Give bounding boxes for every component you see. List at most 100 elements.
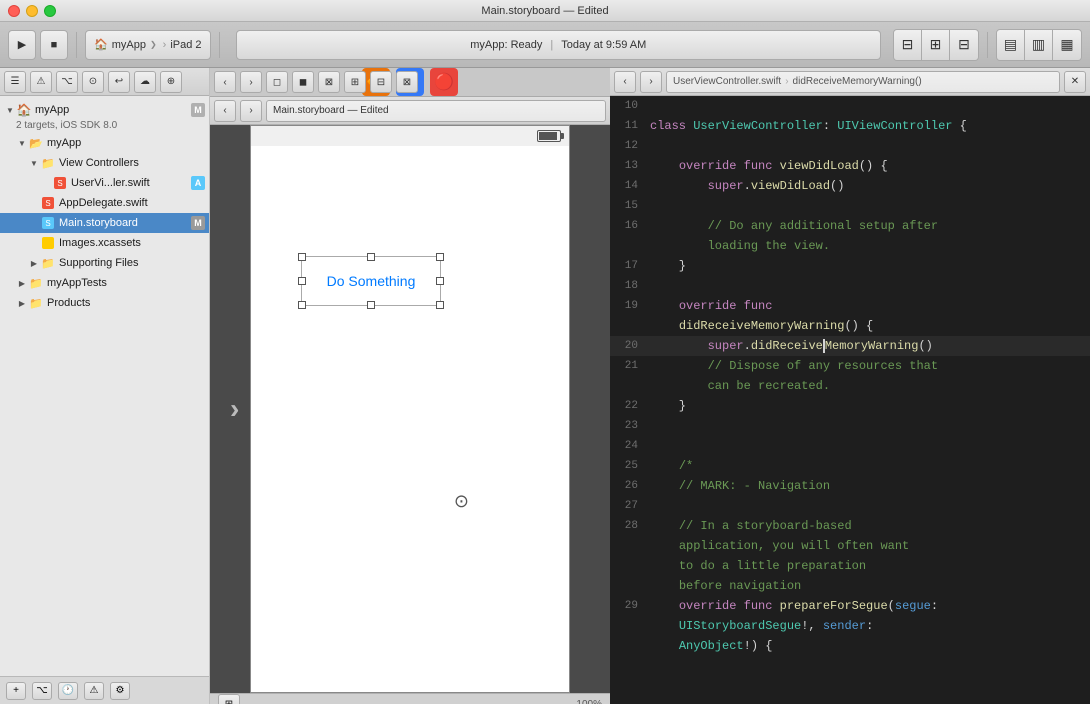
code-forward-btn[interactable]: › xyxy=(640,71,662,93)
storyboard-ref-icon[interactable]: 🔴 xyxy=(430,68,458,96)
run-button[interactable]: ▶ xyxy=(8,30,36,60)
tree-arrow-images xyxy=(28,237,40,249)
code-line-28: 28 // In a storyboard-based xyxy=(610,516,1090,536)
issues-button[interactable]: ⚠ xyxy=(84,682,104,700)
handle-bottom-right[interactable] xyxy=(436,301,444,309)
minimize-button[interactable] xyxy=(26,5,38,17)
sidebar-item-myapp[interactable]: 📂 myApp xyxy=(0,133,209,153)
code-line-22: 22 } xyxy=(610,396,1090,416)
tree-arrow-myapptests xyxy=(16,277,28,289)
sidebar-item-appdelegate[interactable]: S AppDelegate.swift xyxy=(0,193,209,213)
pane-selector-group: ▤ ▥ ▦ xyxy=(996,29,1082,61)
handle-bottom-left[interactable] xyxy=(298,301,306,309)
code-line-27: 27 xyxy=(610,496,1090,516)
canvas-bottom-btn-1[interactable]: ⊞ xyxy=(218,694,240,704)
canvas-zoom-btn[interactable]: ⊠ xyxy=(318,71,340,93)
toolbar-separator-3 xyxy=(987,32,988,58)
canvas-bottom: ⊞ 100% xyxy=(210,693,610,704)
button-selection[interactable]: Do Something xyxy=(301,256,441,306)
canvas-secondary-toolbar: ‹ › Main.storyboard — Edited xyxy=(210,97,610,125)
editor-assistant-btn[interactable]: ⊞ xyxy=(922,30,950,60)
editor-standard-btn[interactable]: ⊟ xyxy=(894,30,922,60)
code-line-18: 18 xyxy=(610,276,1090,296)
code-line-29c: AnyObject!) { xyxy=(610,636,1090,656)
project-badge: M xyxy=(191,103,205,117)
close-button[interactable] xyxy=(8,5,20,17)
sidebar-item-supporting[interactable]: 📁 Supporting Files xyxy=(0,253,209,273)
ui-button[interactable]: Do Something xyxy=(305,260,437,302)
canvas-sec-back[interactable]: ‹ xyxy=(214,100,236,122)
sidebar-nav-btn-5[interactable]: ↩ xyxy=(108,71,130,93)
status-text: myApp: Ready xyxy=(470,39,542,51)
code-method-label: didReceiveMemoryWarning() xyxy=(793,76,922,87)
sidebar-item-mainstoryboard[interactable]: S Main.storyboard M xyxy=(0,213,209,233)
main-toolbar: ▶ ■ 🏠 myApp ❯ › iPad 2 myApp: Ready | To… xyxy=(0,22,1090,68)
code-line-17: 17 } xyxy=(610,256,1090,276)
settings-files-button[interactable]: ⚙ xyxy=(110,682,130,700)
tree-arrow-project xyxy=(4,104,16,116)
code-close-btn[interactable]: ✕ xyxy=(1064,71,1086,93)
storyboard-badge: M xyxy=(191,216,205,230)
filter-files-button[interactable]: ⌥ xyxy=(32,682,52,700)
code-line-25: 25 /* xyxy=(610,456,1090,476)
recent-files-button[interactable]: 🕐 xyxy=(58,682,78,700)
code-line-14: 14 super.viewDidLoad() xyxy=(610,176,1090,196)
canvas-back-btn[interactable]: ‹ xyxy=(214,71,236,93)
code-line-21b: can be recreated. xyxy=(610,376,1090,396)
sidebar-nav-btn-3[interactable]: ⌥ xyxy=(56,71,78,93)
sidebar-nav-btn-1[interactable]: ☰ xyxy=(4,71,26,93)
canvas-tool-btn-3[interactable]: ⊠ xyxy=(396,71,418,93)
right-pane-btn[interactable]: ▦ xyxy=(1053,30,1081,60)
left-pane-btn[interactable]: ▤ xyxy=(997,30,1025,60)
storyboard-icon: S xyxy=(40,215,56,231)
handle-top-right[interactable] xyxy=(436,253,444,261)
code-line-24: 24 xyxy=(610,436,1090,456)
handle-bottom-center[interactable] xyxy=(367,301,375,309)
canvas-tool-btn-1[interactable]: ⊞ xyxy=(344,71,366,93)
sidebar-nav-btn-7[interactable]: ⊕ xyxy=(160,71,182,93)
bottom-pane-btn[interactable]: ▥ xyxy=(1025,30,1053,60)
stop-button[interactable]: ■ xyxy=(40,30,68,60)
canvas-sec-forward[interactable]: › xyxy=(240,100,262,122)
status-time: Today at 9:59 AM xyxy=(561,39,646,51)
canvas-nav-path-text: Main.storyboard — Edited xyxy=(273,105,389,116)
code-line-29b: UIStoryboardSegue!, sender: xyxy=(610,616,1090,636)
code-line-28c: to do a little preparation xyxy=(610,556,1090,576)
canvas-tool-btn-2[interactable]: ⊟ xyxy=(370,71,392,93)
scheme-name: myApp xyxy=(112,39,146,51)
myapptests-label: myAppTests xyxy=(47,277,107,289)
code-file-label: UserViewController.swift xyxy=(673,76,781,87)
sidebar-item-products[interactable]: 📁 Products xyxy=(0,293,209,313)
device-name: iPad 2 xyxy=(170,39,201,51)
canvas-content[interactable]: › xyxy=(210,125,610,693)
code-back-btn[interactable]: ‹ xyxy=(614,71,636,93)
sidebar-nav-btn-2[interactable]: ⚠ xyxy=(30,71,52,93)
maximize-button[interactable] xyxy=(44,5,56,17)
canvas-zoom-fit-btn[interactable]: ◻ xyxy=(266,71,288,93)
myapptests-folder-icon: 📁 xyxy=(28,275,44,291)
sidebar-item-userviewcontroller[interactable]: S UserVi...ler.swift A xyxy=(0,173,209,193)
code-line-11: 11 class UserViewController: UIViewContr… xyxy=(610,116,1090,136)
sidebar-nav-btn-6[interactable]: ☁ xyxy=(134,71,156,93)
add-file-button[interactable]: + xyxy=(6,682,26,700)
sidebar-item-project[interactable]: 🏠 myApp M xyxy=(0,100,209,120)
myapp-folder-icon: 📂 xyxy=(28,135,44,151)
scheme-selector[interactable]: 🏠 myApp ❯ › iPad 2 xyxy=(85,30,211,60)
code-line-12: 12 xyxy=(610,136,1090,156)
canvas-forward-btn[interactable]: › xyxy=(240,71,262,93)
editor-version-btn[interactable]: ⊟ xyxy=(950,30,978,60)
canvas-toolbar: ‹ › ◻ ◼ ⊠ ⊞ ⊟ ⊠ 🔶 📦 🔴 xyxy=(210,68,610,97)
sidebar-item-images[interactable]: Images.xcassets xyxy=(0,233,209,253)
handle-mid-right[interactable] xyxy=(436,277,444,285)
sidebar-item-myapptests[interactable]: 📁 myAppTests xyxy=(0,273,209,293)
code-line-16: 16 // Do any additional setup after xyxy=(610,216,1090,236)
canvas-zoom-fill-btn[interactable]: ◼ xyxy=(292,71,314,93)
sidebar-nav-btn-4[interactable]: ⊙ xyxy=(82,71,104,93)
uservc-label: UserVi...ler.swift xyxy=(71,177,150,189)
iphone-body[interactable]: Do Something ⊙ xyxy=(251,146,569,692)
view-selector-group: ⊟ ⊞ ⊟ xyxy=(893,29,979,61)
tree-arrow-storyboard xyxy=(28,217,40,229)
code-content[interactable]: 10 11 class UserViewController: UIViewCo… xyxy=(610,96,1090,704)
sidebar-item-viewcontrollers[interactable]: 📁 View Controllers xyxy=(0,153,209,173)
code-line-19: 19 override func xyxy=(610,296,1090,316)
